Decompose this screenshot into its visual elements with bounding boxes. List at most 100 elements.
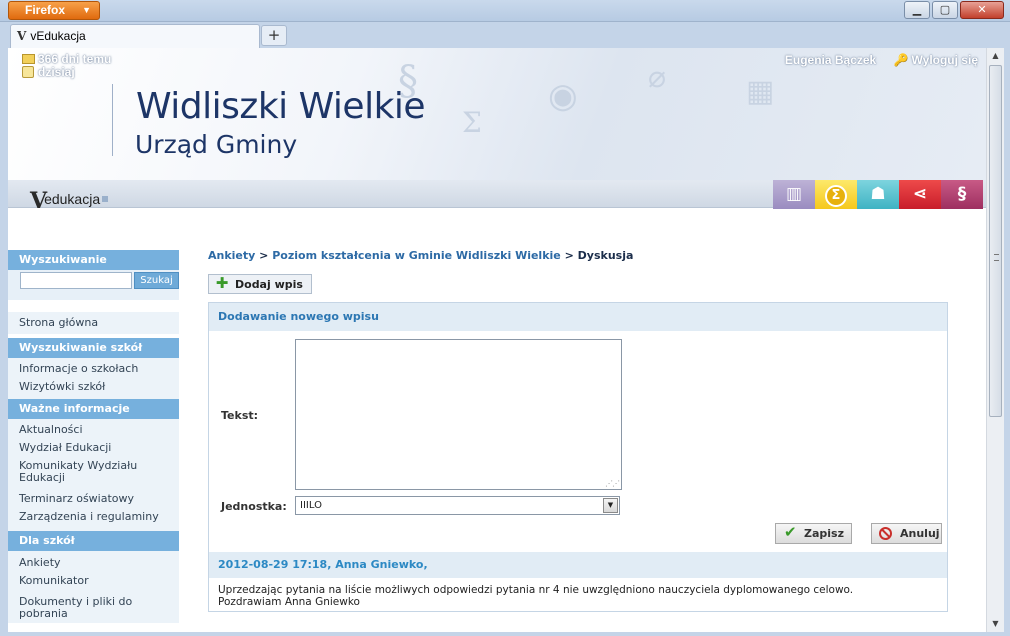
coins-decoration-icon: ◉ [548, 76, 578, 116]
window-frame-right [1004, 48, 1010, 636]
entry-header: 2012-08-29 17:18, Anna Gniewko, [209, 552, 947, 578]
add-entry-label: Dodaj wpis [235, 277, 303, 291]
sigma-icon[interactable]: Σ [815, 180, 857, 209]
entry-text-line: Uprzedzając pytania na liście możliwych … [218, 584, 854, 596]
close-button[interactable]: ✕ [960, 1, 1004, 19]
flask-decoration-icon: ⌀ [648, 60, 667, 95]
sidebar-item-surveys[interactable]: Ankiety [8, 551, 179, 572]
sidebar-group-title: Dla szkół [8, 531, 179, 551]
page-viewport: § ◉ ⌀ ▦ Σ 366 dni temu dzisiaj Eugenia B… [8, 48, 986, 632]
breadcrumb-surveys-link[interactable]: Ankiety [208, 249, 255, 262]
nav-strip: Vedukacja ▥ Σ ☗ ⋖ § [8, 180, 986, 214]
text-label: Tekst: [221, 409, 259, 422]
breadcrumb-separator: > [259, 249, 269, 262]
resize-handle-icon[interactable]: ⋰⋰ [605, 479, 620, 488]
vertical-scrollbar[interactable]: ▲ ▼ [986, 48, 1004, 632]
cancel-icon [879, 527, 892, 540]
header-divider [112, 84, 113, 156]
firefox-menu-label: Firefox [25, 3, 66, 17]
site-header: § ◉ ⌀ ▦ Σ 366 dni temu dzisiaj Eugenia B… [8, 48, 986, 180]
calendar-icon [22, 66, 34, 78]
maximize-button[interactable]: ▢ [932, 1, 958, 19]
share-icon[interactable]: ⋖ [899, 180, 941, 209]
sidebar-search: Szukaj [8, 270, 179, 300]
breadcrumb-survey-link[interactable]: Poziom kształcenia w Gminie Widliszki Wi… [272, 249, 561, 262]
sidebar-item-regulations[interactable]: Zarządzenia i regulaminy [8, 508, 179, 531]
add-entry-button[interactable]: ✚ Dodaj wpis [208, 274, 312, 294]
sidebar-item-home[interactable]: Strona główna [8, 312, 179, 334]
scrollbar-thumb[interactable] [989, 65, 1002, 417]
scroll-up-icon[interactable]: ▲ [987, 48, 1004, 64]
cancel-button[interactable]: Anuluj [871, 523, 942, 544]
sidebar-item-school-cards[interactable]: Wizytówki szkół [8, 378, 179, 399]
sidebar-item-messenger[interactable]: Komunikator [8, 572, 179, 590]
tab-vedukacja[interactable]: VvEdukacja [10, 24, 260, 48]
scroll-down-icon[interactable]: ▼ [987, 616, 1004, 632]
entry-text-line: Pozdrawiam Anna Gniewko [218, 596, 360, 608]
site-favicon-icon: V [17, 29, 27, 43]
text-field[interactable]: ⋰⋰ [295, 339, 622, 490]
sidebar-group-title: Ważne informacje [8, 399, 179, 419]
save-button[interactable]: ✔ Zapisz [775, 523, 852, 544]
search-input[interactable] [20, 272, 132, 289]
sidebar-item-calendar[interactable]: Terminarz oświatowy [8, 487, 179, 508]
sidebar-group-important: Ważne informacje Aktualności Wydział Edu… [8, 399, 179, 531]
window-frame-bottom [0, 632, 1010, 636]
main-content: Ankiety > Poziom kształcenia w Gminie Wi… [208, 248, 948, 612]
envelope-icon [22, 54, 35, 64]
notice-today: dzisiaj [38, 65, 75, 79]
city-title: Widliszki Wielkie [136, 86, 426, 127]
sidebar-group-title: Wyszukiwanie szkół [8, 338, 179, 358]
add-icon: ✚ [215, 274, 229, 292]
vedukacja-logo[interactable]: Vedukacja [30, 184, 109, 214]
table-decoration-icon: ▦ [746, 74, 775, 109]
sidebar-item-education-dept[interactable]: Wydział Edukacji [8, 439, 179, 457]
firefox-menu-button[interactable]: Firefox ▼ [8, 1, 100, 20]
sidebar-item-dept-announcements[interactable]: Komunikaty Wydziału Edukacji [8, 457, 179, 487]
tab-bar: VvEdukacja + [0, 22, 1010, 48]
user-area: Eugenia Bączek 🔑 Wyloguj się [785, 53, 978, 67]
panel-heading: Dodawanie nowego wpisu [209, 303, 947, 331]
window-titlebar: Firefox ▼ ▁ ▢ ✕ [0, 0, 1010, 22]
notice-days-ago: 366 dni temu [38, 52, 112, 66]
minimize-button[interactable]: ▁ [904, 1, 930, 19]
entry-body: Uprzedzając pytania na liście możliwych … [218, 584, 938, 608]
paragraph-icon[interactable]: § [941, 180, 983, 209]
search-heading: Wyszukiwanie [8, 250, 179, 270]
unit-label: Jednostka: [221, 500, 287, 513]
search-button[interactable]: Szukaj [134, 272, 179, 289]
module-icons: ▥ Σ ☗ ⋖ § [773, 180, 983, 209]
new-entry-panel: Dodawanie nowego wpisu Tekst: ⋰⋰ Jednost… [208, 302, 948, 612]
breadcrumb: Ankiety > Poziom kształcenia w Gminie Wi… [208, 248, 948, 264]
user-name[interactable]: Eugenia Bączek [785, 53, 876, 67]
sidebar-item-school-info[interactable]: Informacje o szkołach [8, 358, 179, 378]
message-notice[interactable]: 366 dni temu dzisiaj [22, 53, 111, 79]
sidebar-item-news[interactable]: Aktualności [8, 419, 179, 439]
logo-text: edukacja [44, 191, 101, 207]
checkmark-icon: ✔ [784, 523, 797, 541]
sidebar: Wyszukiwanie Szukaj Strona główna Wyszuk… [8, 250, 179, 623]
logout-link[interactable]: Wyloguj się [912, 53, 978, 67]
key-icon: 🔑 [893, 53, 909, 67]
chevron-down-icon[interactable]: ▼ [603, 498, 618, 513]
tab-title: vEdukacja [30, 29, 86, 43]
window-frame-left [0, 48, 8, 636]
logo-square-icon [102, 196, 109, 202]
breadcrumb-current: Dyskusja [577, 249, 634, 262]
window-controls: ▁ ▢ ✕ [904, 1, 1004, 19]
sidebar-group-schools: Wyszukiwanie szkół Informacje o szkołach… [8, 338, 179, 399]
cancel-label: Anuluj [900, 527, 940, 540]
unit-select-value: IIILO [300, 500, 322, 511]
office-subtitle: Urząd Gminy [135, 130, 298, 159]
breadcrumb-separator: > [564, 249, 574, 262]
logo-mark: V [30, 188, 48, 214]
new-tab-button[interactable]: + [261, 25, 287, 46]
books-icon[interactable]: ▥ [773, 180, 815, 209]
people-icon[interactable]: ☗ [857, 180, 899, 209]
save-label: Zapisz [804, 527, 844, 540]
sigma-decoration-icon: Σ [462, 106, 482, 139]
unit-select[interactable]: IIILO ▼ [295, 496, 620, 515]
sidebar-item-documents[interactable]: Dokumenty i pliki do pobrania [8, 590, 179, 623]
grip-icon [994, 254, 999, 261]
chevron-down-icon: ▼ [82, 5, 91, 15]
